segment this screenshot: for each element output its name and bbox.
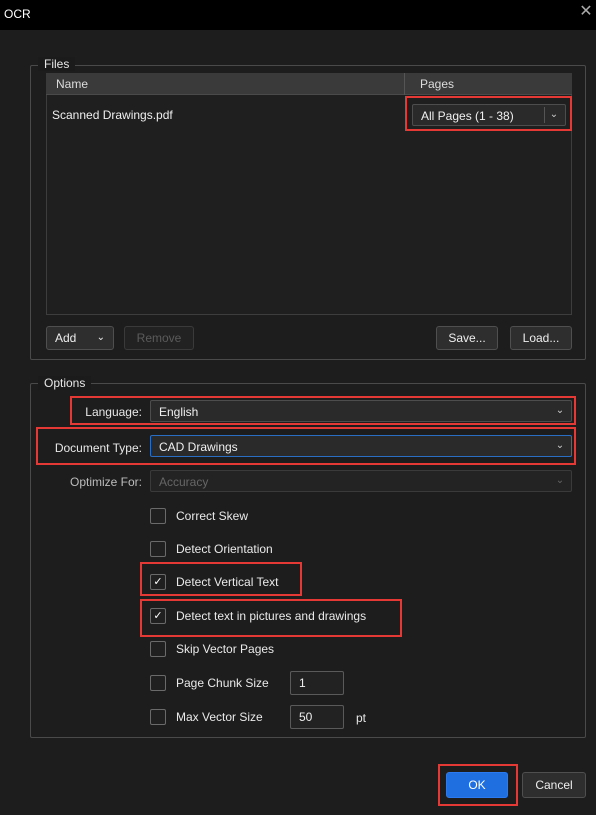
close-icon[interactable]: ✕	[578, 4, 594, 20]
page-chunk-size-checkbox[interactable]	[150, 675, 166, 691]
max-vector-size-input[interactable]: 50	[290, 705, 344, 729]
file-name-cell[interactable]: Scanned Drawings.pdf	[52, 108, 173, 122]
correct-skew-row[interactable]: Correct Skew	[150, 507, 350, 525]
page-chunk-size-input[interactable]: 1	[290, 671, 344, 695]
cancel-button-label: Cancel	[535, 778, 573, 792]
files-table-header: Name Pages	[46, 73, 572, 95]
column-divider	[404, 73, 405, 95]
column-header-pages[interactable]: Pages	[420, 77, 454, 91]
add-button[interactable]: Add ⌄	[46, 326, 114, 350]
remove-button-label: Remove	[136, 331, 182, 345]
detect-orientation-label: Detect Orientation	[176, 542, 273, 556]
files-table-body[interactable]	[46, 95, 572, 315]
save-button-label: Save...	[448, 331, 486, 345]
detect-text-in-pictures-label: Detect text in pictures and drawings	[176, 609, 367, 623]
language-value: English	[159, 405, 199, 419]
window-title: OCR	[4, 7, 31, 21]
cancel-button[interactable]: Cancel	[522, 772, 586, 798]
max-vector-size-unit: pt	[356, 711, 367, 725]
language-dropdown[interactable]: English ⌄	[150, 400, 572, 422]
optimize-for-label: Optimize For:	[69, 475, 142, 489]
chevron-down-icon: ⌄	[555, 405, 565, 416]
language-label: Language:	[85, 405, 142, 419]
options-group-label: Options	[38, 376, 92, 390]
checkmark-icon[interactable]: ✓	[150, 574, 166, 590]
page-chunk-size-label: Page Chunk Size	[176, 676, 269, 690]
pages-dropdown[interactable]: All Pages (1 - 38) ⌄	[412, 104, 566, 126]
checkmark-icon[interactable]: ✓	[150, 608, 166, 624]
pages-dropdown-value: All Pages (1 - 38)	[421, 109, 514, 123]
detect-orientation-row[interactable]: Detect Orientation	[150, 540, 350, 558]
skip-vector-pages-checkbox[interactable]	[150, 641, 166, 657]
correct-skew-checkbox[interactable]	[150, 508, 166, 524]
optimize-for-value: Accuracy	[159, 475, 209, 489]
max-vector-size-checkbox[interactable]	[150, 709, 166, 725]
load-button-label: Load...	[522, 331, 560, 345]
skip-vector-pages-label: Skip Vector Pages	[176, 642, 275, 656]
load-button[interactable]: Load...	[510, 326, 572, 350]
document-type-value: CAD Drawings	[159, 440, 238, 454]
files-group-label: Files	[38, 57, 76, 71]
remove-button[interactable]: Remove	[124, 326, 194, 350]
chevron-down-icon: ⌄	[96, 332, 105, 343]
chevron-down-icon: ⌄	[555, 440, 565, 451]
page-chunk-size-row[interactable]: Page Chunk Size	[150, 674, 280, 692]
chevron-down-icon: ⌄	[555, 475, 565, 486]
max-vector-size-row[interactable]: Max Vector Size	[150, 708, 280, 726]
max-vector-size-label: Max Vector Size	[176, 710, 263, 724]
detect-vertical-text-row[interactable]: ✓ Detect Vertical Text	[150, 573, 350, 591]
detect-vertical-text-label: Detect Vertical Text	[176, 575, 279, 589]
ok-button-label: OK	[468, 778, 486, 792]
detect-orientation-checkbox[interactable]	[150, 541, 166, 557]
dropdown-separator	[544, 107, 545, 123]
optimize-for-dropdown[interactable]: Accuracy ⌄	[150, 470, 572, 492]
correct-skew-label: Correct Skew	[176, 509, 249, 523]
ok-button[interactable]: OK	[446, 772, 508, 798]
detect-text-in-pictures-row[interactable]: ✓ Detect text in pictures and drawings	[150, 607, 410, 625]
title-bar: OCR ✕	[0, 0, 596, 30]
document-type-dropdown[interactable]: CAD Drawings ⌄	[150, 435, 572, 457]
save-button[interactable]: Save...	[436, 326, 498, 350]
add-button-label: Add	[55, 331, 77, 345]
skip-vector-pages-row[interactable]: Skip Vector Pages	[150, 640, 350, 658]
chevron-down-icon: ⌄	[549, 109, 559, 120]
document-type-label: Document Type:	[54, 441, 142, 455]
column-header-name[interactable]: Name	[56, 77, 88, 91]
